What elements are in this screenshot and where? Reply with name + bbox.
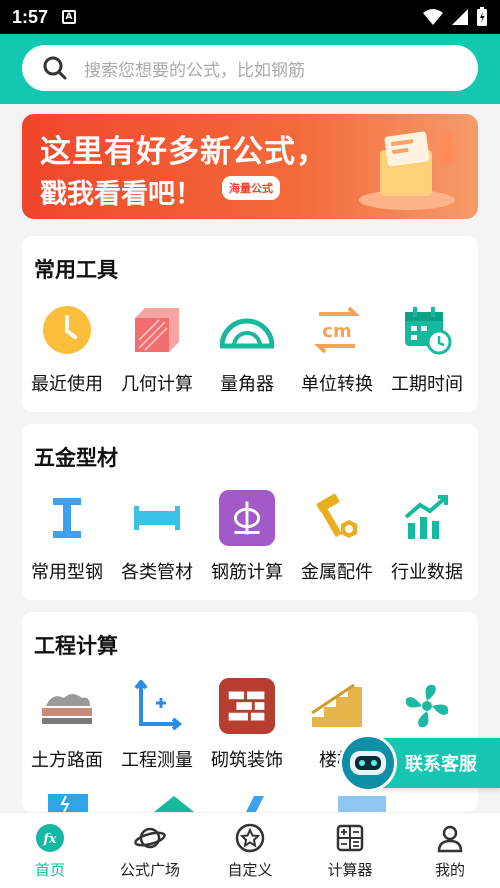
tool-label: 工程测量 xyxy=(121,750,193,771)
notification-icon: A xyxy=(62,10,77,24)
search-bar[interactable]: 搜索您想要的公式，比如钢筋 xyxy=(22,45,478,91)
banner-illustration xyxy=(359,130,456,210)
banner-subline: 戳我看看吧！ xyxy=(40,179,202,210)
clock-icon xyxy=(43,306,91,354)
tool-rebar[interactable]: 钢筋计算 xyxy=(202,490,292,584)
bottom-tab-bar: fx 首页 公式广场 自定义 计算器 我的 xyxy=(0,812,500,888)
fan-icon xyxy=(405,684,449,728)
tab-label: 我的 xyxy=(434,861,465,879)
i-beam-icon xyxy=(53,498,81,538)
search-placeholder: 搜索您想要的公式，比如钢筋 xyxy=(84,60,305,81)
section-hardware: 五金型材 常用型钢 各类管材 钢筋计算 金属配件 行业数据 xyxy=(22,424,478,600)
section-title: 常用工具 xyxy=(34,258,118,282)
svg-text:fx: fx xyxy=(42,832,57,847)
tool-steel-section[interactable]: 常用型钢 xyxy=(22,490,112,584)
tab-mine[interactable]: 我的 xyxy=(400,813,500,888)
pipe-icon xyxy=(134,506,180,530)
star-badge-icon xyxy=(235,823,265,853)
banner-tag: 海量公式 xyxy=(222,176,280,200)
protractor-icon xyxy=(220,318,274,349)
section-title: 工程计算 xyxy=(34,634,118,658)
hammer-nut-icon xyxy=(316,493,357,538)
banner-headline: 这里有好多新公式， xyxy=(40,134,328,170)
tool-label: 最近使用 xyxy=(31,374,103,395)
tab-home[interactable]: fx 首页 xyxy=(0,813,100,888)
status-bar: 1:57 A xyxy=(0,0,500,34)
tab-label: 公式广场 xyxy=(119,861,180,879)
tool-ventilation[interactable] xyxy=(382,678,472,746)
tab-custom[interactable]: 自定义 xyxy=(200,813,300,888)
tool-masonry[interactable]: 砌筑装饰 xyxy=(202,678,292,772)
search-icon xyxy=(43,56,67,80)
tool-survey[interactable]: 工程测量 xyxy=(112,678,202,772)
tool-label: 钢筋计算 xyxy=(211,562,283,583)
tool-industry-data[interactable]: 行业数据 xyxy=(382,490,472,584)
rebar-icon xyxy=(219,490,275,546)
cube-icon xyxy=(135,308,179,352)
tool-label: 土方路面 xyxy=(31,750,103,771)
tool-schedule[interactable]: 工期时间 xyxy=(382,302,472,396)
wifi-icon xyxy=(423,9,443,25)
fx-icon: fx xyxy=(36,824,64,852)
tool-geometry[interactable]: 几何计算 xyxy=(112,302,202,396)
status-time: 1:57 xyxy=(12,6,49,27)
tool-pipes[interactable]: 各类管材 xyxy=(112,490,202,584)
tool-label: 工期时间 xyxy=(391,374,463,395)
partial-icon xyxy=(48,794,386,813)
earthwork-icon xyxy=(42,694,92,724)
battery-icon xyxy=(477,7,487,26)
tool-label: 行业数据 xyxy=(391,562,463,583)
tool-protractor[interactable]: 量角器 xyxy=(202,302,292,396)
brick-wall-icon xyxy=(219,678,275,734)
robot-icon xyxy=(339,734,397,792)
tool-label: 金属配件 xyxy=(301,562,373,583)
tab-label: 首页 xyxy=(34,861,65,879)
status-icons xyxy=(422,7,488,27)
section-title: 五金型材 xyxy=(34,446,118,470)
tool-label: 单位转换 xyxy=(301,374,373,395)
user-icon xyxy=(437,825,463,853)
svg-text:cm: cm xyxy=(322,321,351,342)
tool-label: 砌筑装饰 xyxy=(211,750,283,771)
section-common-tools: 常用工具 最近使用 几何计算 量角器 cm 单位转换 工期时间 xyxy=(22,236,478,412)
unit-convert-icon: cm xyxy=(314,306,360,354)
tab-label: 计算器 xyxy=(327,861,373,879)
stairs-icon xyxy=(311,683,362,727)
promo-banner[interactable]: 这里有好多新公式， 戳我看看吧！ 海量公式 xyxy=(22,114,478,219)
planet-icon xyxy=(134,827,166,849)
contact-service-label: 联系客服 xyxy=(405,754,477,775)
tool-label: 常用型钢 xyxy=(31,562,103,583)
tool-label: 量角器 xyxy=(220,374,274,395)
signal-icon xyxy=(452,9,468,25)
tool-label: 几何计算 xyxy=(121,374,193,395)
tab-label: 自定义 xyxy=(227,861,273,879)
tab-formula-square[interactable]: 公式广场 xyxy=(100,813,200,888)
calendar-clock-icon xyxy=(405,307,452,355)
tool-unit-convert[interactable]: cm 单位转换 xyxy=(292,302,382,396)
trend-chart-icon xyxy=(404,495,448,539)
tool-recent[interactable]: 最近使用 xyxy=(22,302,112,396)
tool-metal-parts[interactable]: 金属配件 xyxy=(292,490,382,584)
next-row-peek xyxy=(46,792,446,814)
contact-service-button[interactable]: 联系客服 xyxy=(339,734,500,792)
calculator-icon xyxy=(336,824,364,852)
axis-measure-icon xyxy=(134,680,183,731)
header: 搜索您想要的公式，比如钢筋 xyxy=(0,34,500,104)
tab-calculator[interactable]: 计算器 xyxy=(300,813,400,888)
tool-earthwork[interactable]: 土方路面 xyxy=(22,678,112,772)
tool-label: 各类管材 xyxy=(121,562,193,583)
